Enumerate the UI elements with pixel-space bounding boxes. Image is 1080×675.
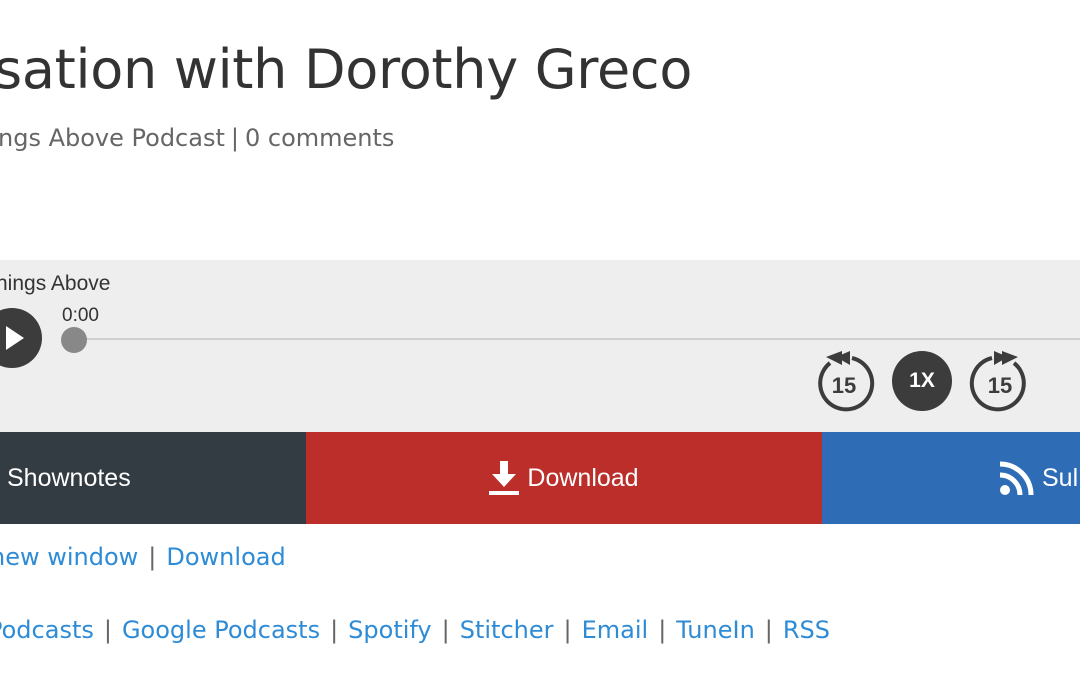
- rss-icon: [1000, 461, 1034, 495]
- player-links-row: new window | Download: [0, 543, 286, 571]
- download-arrow-icon: [489, 461, 520, 495]
- current-time: 0:00: [62, 305, 99, 326]
- link-separator: |: [103, 616, 112, 644]
- open-new-window-link[interactable]: new window: [0, 543, 138, 571]
- link-separator: |: [658, 616, 667, 644]
- shownotes-button[interactable]: Shownotes: [0, 432, 306, 524]
- play-button[interactable]: [0, 308, 42, 368]
- progress-handle[interactable]: [61, 327, 87, 353]
- skip-back-15-icon: 15: [818, 351, 875, 412]
- playback-speed-button[interactable]: 1X: [892, 351, 952, 411]
- subscribe-link-email[interactable]: Email: [582, 616, 649, 644]
- subscribe-links-row: Podcasts | Google Podcasts | Spotify | Stitche…: [0, 616, 830, 644]
- skip-forward-15-icon: 15: [969, 351, 1026, 412]
- subscribe-button[interactable]: Sul: [822, 432, 1080, 524]
- link-separator: |: [148, 543, 157, 571]
- skip-forward-label: 15: [988, 373, 1012, 398]
- player-podcast-name: hings Above: [0, 272, 111, 295]
- download-button[interactable]: Download: [306, 432, 822, 524]
- subscribe-link-stitcher[interactable]: Stitcher: [460, 616, 554, 644]
- shownotes-label: Shownotes: [7, 463, 131, 492]
- link-separator: |: [563, 616, 572, 644]
- skip-forward-15-button[interactable]: 15: [968, 349, 1032, 413]
- progress-track[interactable]: [72, 338, 1080, 340]
- podcast-player: hings Above 0:00 15 1X 15: [0, 260, 1080, 432]
- post-category[interactable]: ngs Above Podcast: [0, 124, 225, 152]
- play-icon: [6, 326, 24, 350]
- meta-separator: |: [230, 124, 239, 152]
- post-meta: ngs Above Podcast | 0 comments: [0, 124, 394, 152]
- download-link[interactable]: Download: [166, 543, 285, 571]
- link-separator: |: [441, 616, 450, 644]
- subscribe-link-google-podcasts[interactable]: Google Podcasts: [122, 616, 320, 644]
- subscribe-link-rss[interactable]: RSS: [783, 616, 830, 644]
- post-title: sation with Dorothy Greco: [0, 38, 693, 101]
- link-separator: |: [764, 616, 773, 644]
- subscribe-link-spotify[interactable]: Spotify: [348, 616, 431, 644]
- skip-back-15-button[interactable]: 15: [812, 349, 876, 413]
- subscribe-link-tunein[interactable]: TuneIn: [676, 616, 755, 644]
- subscribe-link-podcasts[interactable]: Podcasts: [0, 616, 94, 644]
- link-separator: |: [330, 616, 339, 644]
- skip-back-label: 15: [832, 373, 856, 398]
- post-comments-count[interactable]: 0 comments: [245, 124, 394, 152]
- download-label: Download: [527, 463, 639, 492]
- subscribe-label: Sul: [1042, 463, 1079, 492]
